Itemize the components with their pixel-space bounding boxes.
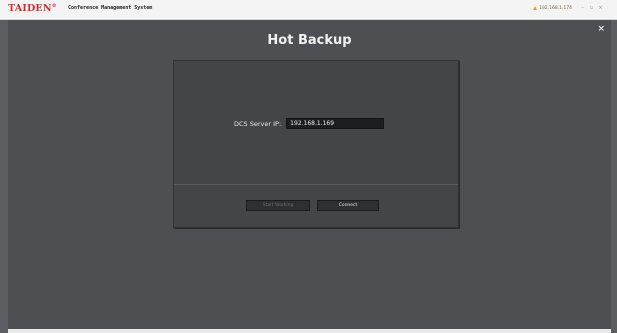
page-title: Hot Backup — [267, 33, 352, 48]
app-title: Conference Management System — [68, 5, 153, 11]
maximize-button[interactable]: ▫ — [589, 5, 594, 11]
main-area: × Hot Backup DCS Server IP: Start Workin… — [8, 20, 611, 330]
server-ip-row: DCS Server IP: — [234, 118, 385, 129]
warning-icon — [533, 6, 538, 10]
server-ip-label: DCS Server IP: — [234, 119, 282, 128]
hot-backup-dialog: DCS Server IP: Start Working Connect — [173, 60, 459, 228]
start-working-button[interactable]: Start Working — [246, 200, 310, 211]
title-bar: TAIDEN® Conference Management System 192… — [0, 0, 617, 20]
minimize-button[interactable]: – — [580, 5, 585, 11]
connect-button[interactable]: Connect — [317, 200, 379, 211]
divider — [174, 184, 458, 185]
taiden-logo: TAIDEN® — [8, 3, 57, 15]
window-controls: – ▫ × — [580, 5, 603, 11]
ip-address: 192.168.1.174 — [539, 5, 572, 11]
connection-status: 192.168.1.174 – ▫ × — [533, 5, 603, 11]
window-close-button[interactable]: × — [598, 5, 603, 11]
server-ip-input[interactable] — [286, 118, 385, 129]
bottom-strip — [8, 329, 611, 333]
